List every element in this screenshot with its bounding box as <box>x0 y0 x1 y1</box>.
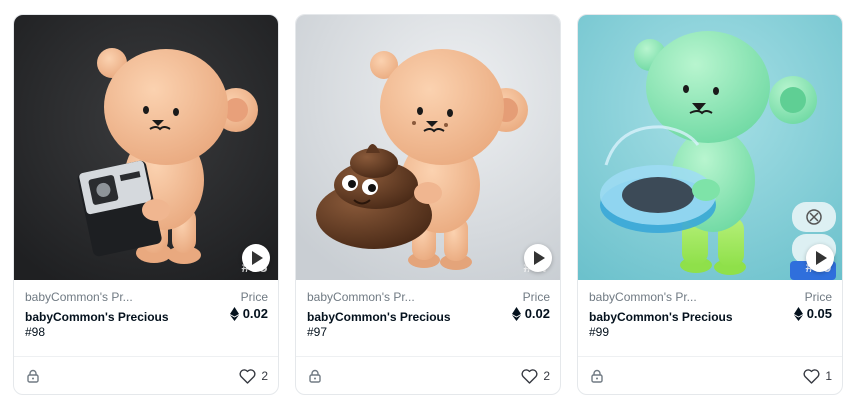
nft-image[interactable]: #97 <box>296 15 560 280</box>
nft-image[interactable]: #98 <box>14 15 278 280</box>
price-label: Price <box>522 290 550 304</box>
nft-title: babyCommon's Precious #97 <box>307 310 467 340</box>
price-label: Price <box>804 290 832 304</box>
nft-card[interactable]: #99 babyCommon's Pr... babyCommon's Prec… <box>577 14 843 395</box>
nft-title-name: babyCommon's Precious <box>589 310 733 324</box>
ethereum-icon <box>229 306 239 321</box>
nft-card-grid: #98 babyCommon's Pr... babyCommon's Prec… <box>0 0 859 406</box>
card-footer: 1 <box>578 357 842 394</box>
lock-icon <box>309 369 321 383</box>
price-value: 0.05 <box>793 306 832 321</box>
favorite-button[interactable]: 2 <box>521 368 550 384</box>
bear-poop-figure-image <box>296 15 560 280</box>
nft-title: babyCommon's Precious #98 <box>25 310 185 340</box>
card-footer: 2 <box>14 357 278 394</box>
price-amount: 0.05 <box>806 306 832 321</box>
play-icon <box>252 251 263 265</box>
price-amount: 0.02 <box>524 306 550 321</box>
nft-info: babyCommon's Pr... babyCommon's Precious… <box>14 280 278 357</box>
collection-name[interactable]: babyCommon's Pr... <box>25 290 155 304</box>
price-value: 0.02 <box>511 306 550 321</box>
nft-title-name: babyCommon's Precious <box>25 310 169 324</box>
nft-info: babyCommon's Pr... babyCommon's Precious… <box>296 280 560 357</box>
heart-icon <box>521 368 538 384</box>
price-amount: 0.02 <box>242 306 268 321</box>
nft-info: babyCommon's Pr... babyCommon's Precious… <box>578 280 842 357</box>
nft-title-name: babyCommon's Precious <box>307 310 451 324</box>
heart-icon <box>239 368 256 384</box>
play-button[interactable] <box>524 244 552 272</box>
favorite-button[interactable]: 2 <box>239 368 268 384</box>
ethereum-icon <box>511 306 521 321</box>
like-count: 2 <box>543 369 550 383</box>
mint-bear-bowl-figure-image <box>578 15 842 280</box>
play-button[interactable] <box>242 244 270 272</box>
like-count: 2 <box>261 369 268 383</box>
lock-icon <box>591 369 603 383</box>
nft-title: babyCommon's Precious #99 <box>589 310 749 340</box>
like-count: 1 <box>825 369 832 383</box>
play-icon <box>534 251 545 265</box>
nft-image[interactable]: #99 <box>578 15 842 280</box>
collection-name[interactable]: babyCommon's Pr... <box>589 290 719 304</box>
price-label: Price <box>240 290 268 304</box>
ethereum-icon <box>793 306 803 321</box>
play-icon <box>816 251 827 265</box>
price-value: 0.02 <box>229 306 268 321</box>
bear-box-figure-image <box>14 15 278 280</box>
heart-icon <box>803 368 820 384</box>
nft-title-number: #98 <box>25 325 46 339</box>
nft-title-number: #97 <box>307 325 328 339</box>
lock-icon <box>27 369 39 383</box>
favorite-button[interactable]: 1 <box>803 368 832 384</box>
card-footer: 2 <box>296 357 560 394</box>
nft-card[interactable]: #98 babyCommon's Pr... babyCommon's Prec… <box>13 14 279 395</box>
play-button[interactable] <box>806 244 834 272</box>
collection-name[interactable]: babyCommon's Pr... <box>307 290 437 304</box>
nft-title-number: #99 <box>589 325 610 339</box>
nft-card[interactable]: #97 babyCommon's Pr... babyCommon's Prec… <box>295 14 561 395</box>
